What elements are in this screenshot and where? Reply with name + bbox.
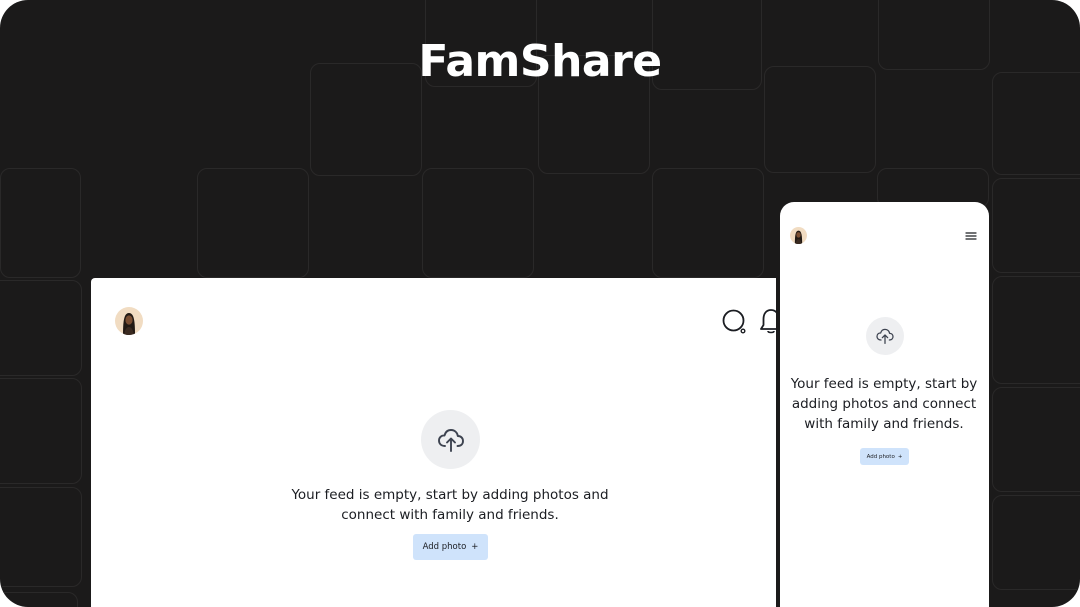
- bg-tile: [652, 168, 764, 278]
- avatar[interactable]: [115, 307, 143, 335]
- bg-tile: [992, 178, 1080, 273]
- bg-tile: [422, 168, 534, 278]
- add-photo-label: Add photo: [422, 542, 467, 552]
- hero-title: FamShare: [418, 36, 662, 87]
- bell-icon[interactable]: [758, 307, 776, 335]
- add-photo-button[interactable]: Add photo +: [413, 534, 488, 560]
- empty-feed-message: Your feed is empty, start by adding phot…: [790, 376, 978, 432]
- mobile-mockup: Your feed is empty, start by adding phot…: [780, 202, 989, 607]
- upload-circle[interactable]: [866, 317, 904, 355]
- marketing-stage: FamShare Your feed is empty, start by ad…: [0, 0, 1080, 607]
- bg-tile: [0, 487, 82, 587]
- add-photo-label: Add photo: [866, 453, 895, 460]
- empty-feed-message: Your feed is empty, start by adding phot…: [291, 487, 609, 523]
- avatar-icon: [115, 307, 143, 335]
- cloud-upload-icon: [876, 328, 894, 344]
- bg-tile: [0, 168, 81, 278]
- avatar-icon: [790, 227, 807, 244]
- plus-icon: +: [471, 542, 479, 552]
- bg-tile: [992, 72, 1080, 175]
- bg-tile: [992, 387, 1080, 492]
- avatar[interactable]: [790, 227, 807, 244]
- bg-tile: [0, 280, 82, 376]
- add-photo-button[interactable]: Add photo +: [860, 448, 909, 465]
- plus-icon: +: [897, 453, 903, 460]
- cloud-upload-icon: [437, 428, 464, 452]
- bg-tile: [0, 592, 78, 607]
- bg-tile: [0, 378, 82, 484]
- bg-tile: [992, 276, 1080, 384]
- desktop-mockup: Your feed is empty, start by adding phot…: [91, 278, 776, 607]
- bg-tile: [197, 168, 309, 278]
- search-icon[interactable]: [721, 308, 749, 336]
- bg-tile: [992, 495, 1080, 590]
- upload-circle[interactable]: [421, 410, 480, 469]
- menu-icon[interactable]: [965, 231, 977, 241]
